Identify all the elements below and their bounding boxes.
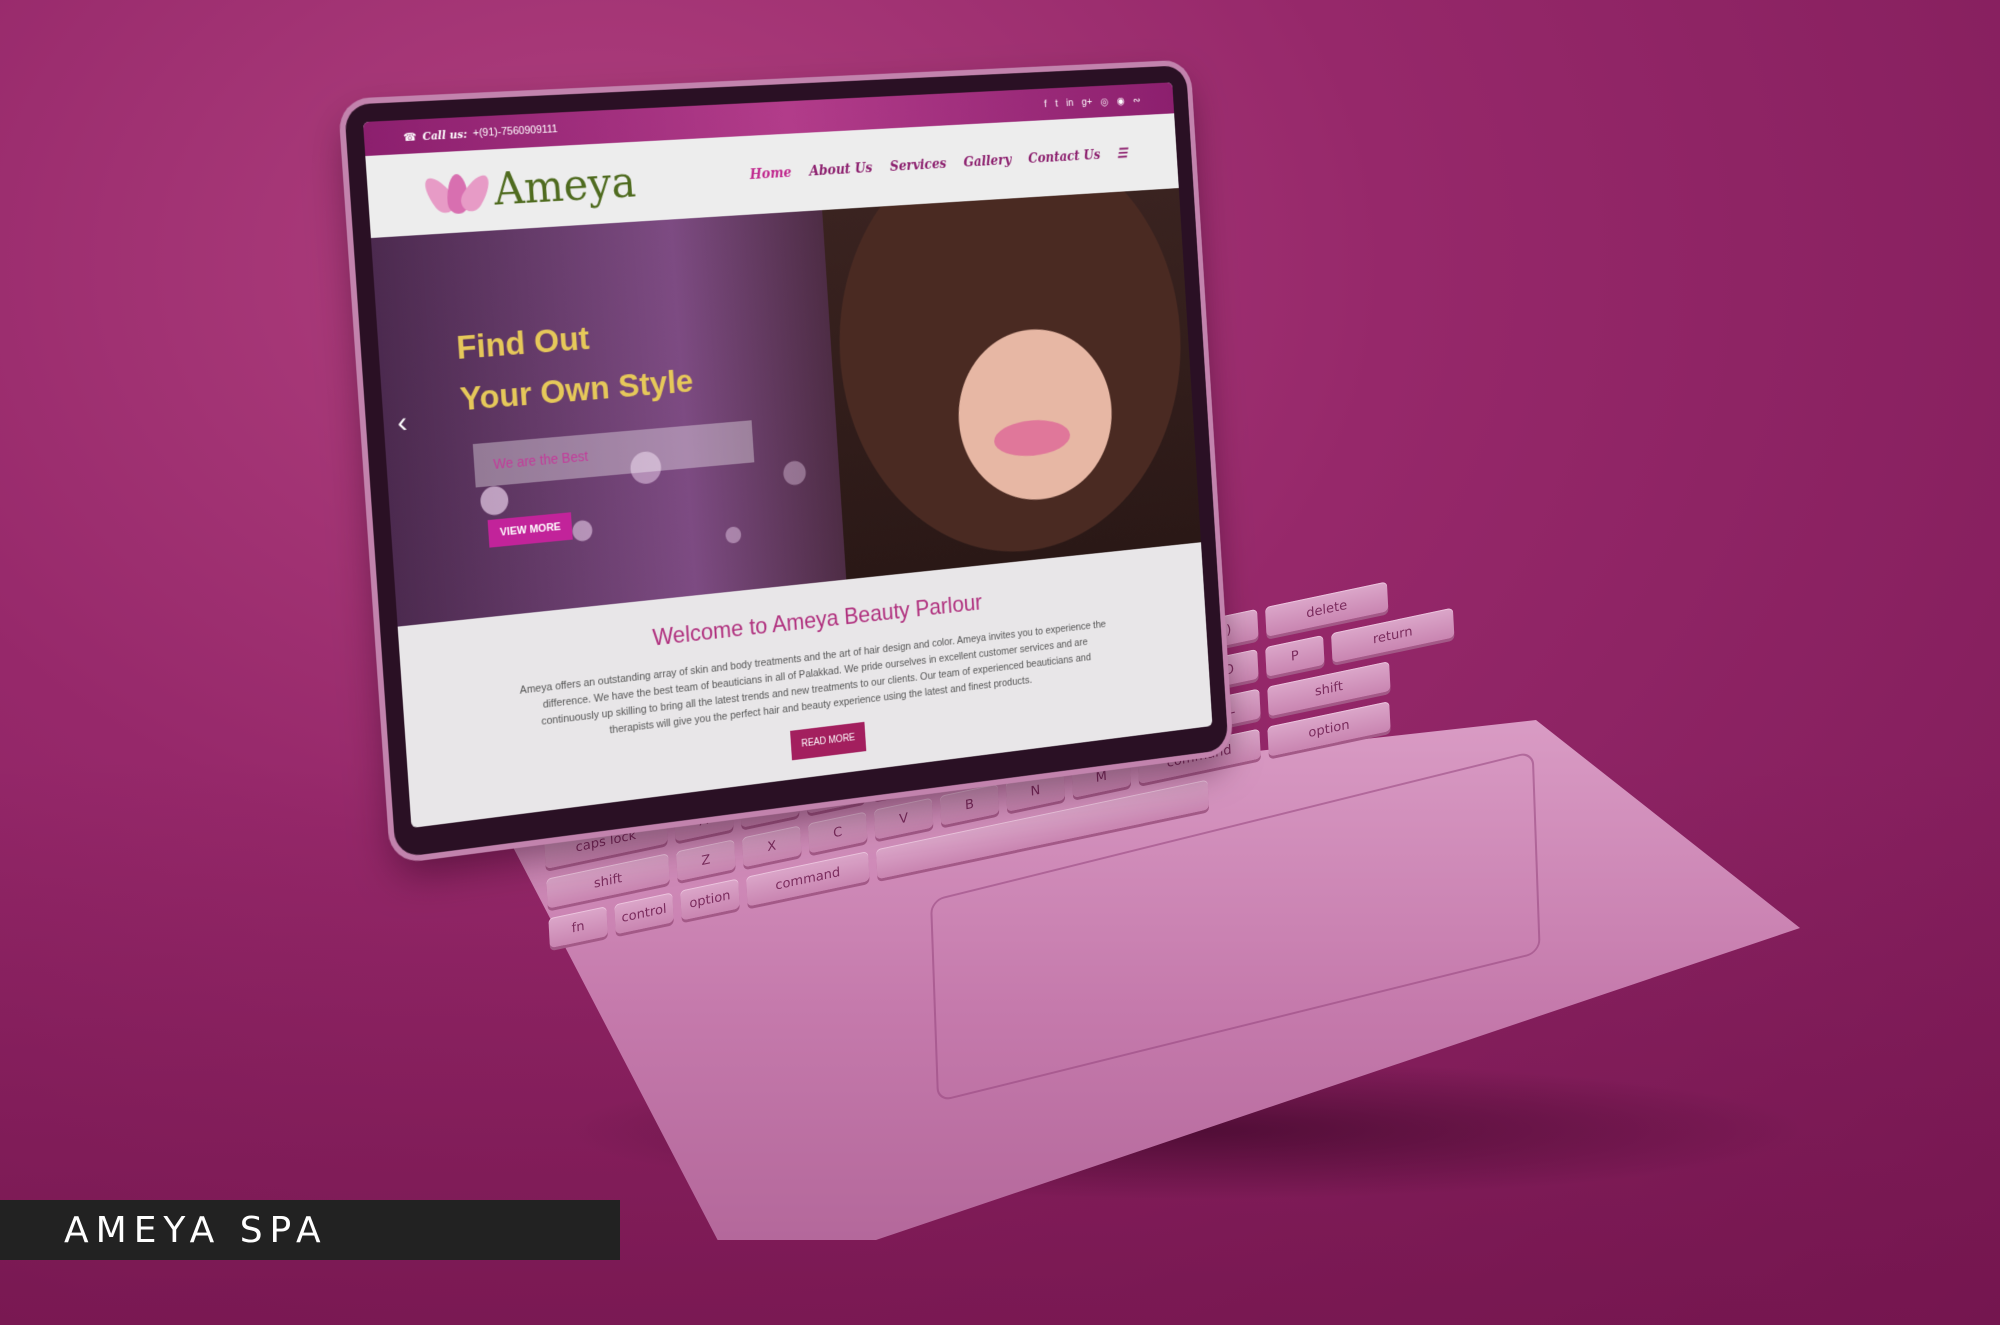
nav-menu: Home About Us Services Gallery Contact U… <box>749 146 1127 183</box>
brand-name: Ameya <box>492 156 638 215</box>
lotus-icon <box>418 165 495 220</box>
hero-model-image <box>822 188 1201 580</box>
hero-tagline: We are the Best <box>472 420 755 488</box>
key[interactable]: fn <box>548 906 608 949</box>
call-label: Call us: <box>421 127 468 143</box>
rss-icon[interactable]: ∾ <box>1132 94 1141 105</box>
project-caption: AMEYA SPA <box>0 1200 620 1260</box>
key[interactable]: P <box>1265 635 1325 677</box>
key[interactable]: C <box>807 811 868 854</box>
view-more-button[interactable]: VIEW MORE <box>487 512 573 548</box>
phone-icon: ☎ <box>402 130 418 144</box>
read-more-button[interactable]: READ MORE <box>789 721 867 761</box>
phone-number[interactable]: +(91)-7560909111 <box>472 123 558 139</box>
hero-lips <box>993 417 1072 460</box>
nav-services[interactable]: Services <box>889 156 946 174</box>
key[interactable]: option <box>680 878 740 921</box>
social-links: f t in g+ ◎ ◉ ∾ <box>1044 94 1141 111</box>
twitter-icon[interactable]: t <box>1055 98 1058 110</box>
hamburger-icon[interactable]: ☰ <box>1116 146 1127 161</box>
facebook-icon[interactable]: f <box>1044 98 1047 110</box>
nav-contact-us[interactable]: Contact Us <box>1028 148 1101 167</box>
nav-about-us[interactable]: About Us <box>809 161 873 180</box>
googleplus-icon[interactable]: g+ <box>1081 96 1092 109</box>
slider-prev-arrow[interactable]: ‹ <box>396 406 408 441</box>
nav-gallery[interactable]: Gallery <box>963 153 1012 171</box>
laptop-screen: ☎ Call us: +(91)-7560909111 f t in g+ ◎ … <box>362 82 1213 828</box>
key[interactable]: V <box>873 797 934 840</box>
brand-logo[interactable]: Ameya <box>418 156 638 220</box>
nav-home[interactable]: Home <box>749 165 792 183</box>
laptop-lid: ☎ Call us: +(91)-7560909111 f t in g+ ◎ … <box>343 65 1229 859</box>
dribbble-icon[interactable]: ◎ <box>1100 95 1109 107</box>
key[interactable]: Z <box>676 839 736 882</box>
linkedin-icon[interactable]: in <box>1066 97 1074 109</box>
call-info: ☎ Call us: +(91)-7560909111 <box>402 123 558 144</box>
key[interactable]: control <box>614 892 674 935</box>
key[interactable]: X <box>742 825 802 868</box>
key[interactable]: B <box>939 783 1000 826</box>
hero-caption: Find Out Your Own Style We are the Best … <box>455 302 758 550</box>
skype-icon[interactable]: ◉ <box>1116 94 1125 106</box>
